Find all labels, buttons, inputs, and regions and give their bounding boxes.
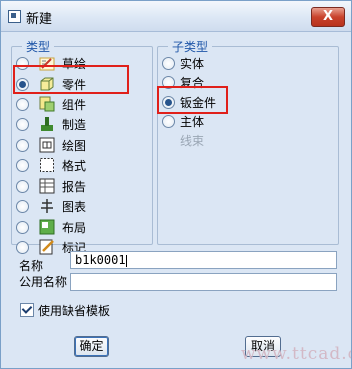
name-input[interactable]: b1k0001 (70, 251, 337, 269)
manufacturing-icon (41, 117, 53, 131)
report-icon (39, 178, 55, 194)
subtype-item-bulk[interactable]: 主体 (158, 111, 298, 131)
name-label: 名称 (19, 259, 44, 273)
type-item-label: 格式 (62, 159, 87, 173)
subtype-item-label: 主体 (180, 115, 205, 129)
radio-button[interactable] (16, 98, 29, 111)
title-bar[interactable]: 新建 X (1, 1, 351, 32)
window-icon (8, 10, 21, 23)
radio-button[interactable] (162, 115, 175, 128)
use-default-template-checkbox[interactable] (20, 303, 34, 317)
layout-icon (39, 219, 55, 235)
sheetmetal-highlight-box (157, 86, 228, 114)
format-icon (40, 158, 54, 172)
type-item-label: 制造 (62, 118, 87, 132)
type-item-diagram[interactable]: 图表 (12, 196, 152, 216)
type-item-label: 布局 (62, 221, 87, 235)
radio-button[interactable] (16, 200, 29, 213)
radio-button[interactable] (16, 241, 29, 254)
radio-button[interactable] (16, 139, 29, 152)
markup-icon (39, 239, 54, 255)
radio-button[interactable] (162, 57, 175, 70)
radio-button[interactable] (16, 159, 29, 172)
type-item-label: 组件 (62, 98, 87, 112)
type-item-report[interactable]: 报告 (12, 176, 152, 196)
subtype-item-label: 线束 (180, 134, 205, 148)
close-button[interactable]: X (311, 7, 345, 27)
watermark: www.ttcad.com (241, 344, 351, 364)
radio-button[interactable] (16, 118, 29, 131)
radio-button[interactable] (16, 221, 29, 234)
type-item-label: 报告 (62, 180, 87, 194)
type-item-label: 图表 (62, 200, 87, 214)
name-input-value: b1k0001 (75, 253, 126, 267)
common-name-label: 公用名称 (19, 275, 68, 289)
window-title: 新建 (26, 12, 53, 27)
subtype-group: 子类型 实体 复合 钣金件 主体 线束 (157, 38, 339, 245)
subtype-item-harness: 线束 (158, 130, 298, 150)
type-item-format[interactable]: 格式 (12, 155, 152, 175)
ok-button[interactable]: 确定 (74, 336, 109, 357)
type-item-assembly[interactable]: 组件 (12, 94, 152, 114)
drawing-icon (39, 137, 55, 153)
part-highlight-box (13, 65, 129, 94)
radio-button[interactable] (16, 180, 29, 193)
type-item-manufacturing[interactable]: 制造 (12, 114, 152, 134)
diagram-icon (41, 199, 53, 213)
type-item-label: 绘图 (62, 139, 87, 153)
use-default-template-label: 使用缺省模板 (38, 304, 111, 318)
subtype-item-solid[interactable]: 实体 (158, 53, 298, 73)
common-name-input[interactable] (70, 273, 337, 291)
type-item-drawing[interactable]: 绘图 (12, 135, 152, 155)
type-item-layout[interactable]: 布局 (12, 217, 152, 237)
text-caret (125, 254, 127, 267)
assembly-icon (39, 96, 55, 112)
new-dialog: 新建 X 类型 草绘 零件 组件 制造 绘图 格式 报告 图表 布局 标记 子类… (0, 0, 352, 369)
subtype-item-label: 实体 (180, 57, 205, 71)
